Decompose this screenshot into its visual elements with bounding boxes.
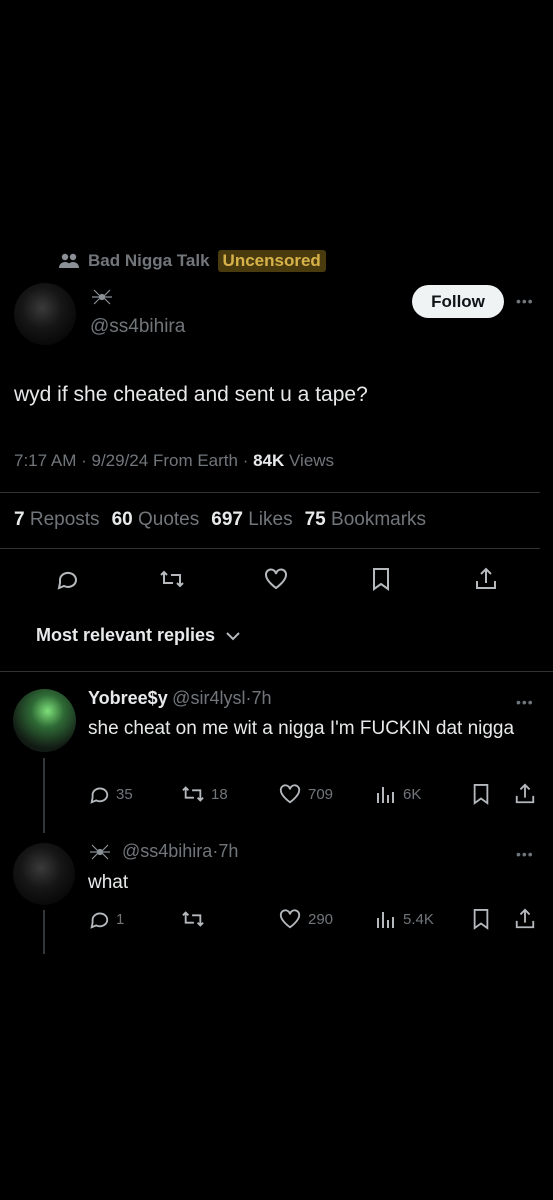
thread-line	[43, 758, 45, 833]
replies-sort-label: Most relevant replies	[36, 625, 216, 645]
views-icon	[375, 908, 397, 930]
views-count: 84K	[253, 451, 285, 470]
reply-header: Yobree$y @sir4lysl·7h	[88, 688, 272, 708]
reply-item[interactable]: Yobree$y @sir4lysl·7h ••• she cheat on m…	[0, 683, 553, 833]
views-label: Views	[289, 451, 335, 470]
views-icon	[375, 783, 397, 805]
divider	[0, 492, 540, 493]
reply-icon	[88, 783, 110, 805]
repost-icon	[180, 783, 206, 805]
reply-time[interactable]: 7h	[251, 688, 271, 708]
reply-icon[interactable]	[55, 567, 79, 591]
bookmark-icon[interactable]	[471, 783, 491, 805]
tweet-meta: 7:17 AM · 9/29/24 From Earth · 84K Views	[14, 451, 335, 470]
reply-reply-stat[interactable]: 1	[88, 908, 124, 930]
reply-text: she cheat on me wit a nigga I'm FUCKIN d…	[88, 718, 515, 739]
avatar[interactable]	[14, 283, 76, 345]
divider	[0, 671, 553, 672]
reply-like-stat[interactable]: 290	[278, 908, 333, 930]
reply-like-stat[interactable]: 709	[278, 783, 333, 805]
tweet-date[interactable]: 9/29/24	[91, 451, 148, 470]
quotes-stat[interactable]: 60 Quotes	[112, 509, 200, 531]
repost-icon[interactable]	[158, 567, 186, 591]
share-icon[interactable]	[514, 782, 536, 806]
more-icon[interactable]: •••	[516, 846, 534, 862]
bookmarks-stat[interactable]: 75 Bookmarks	[305, 509, 426, 531]
reply-repost-stat[interactable]	[180, 908, 211, 930]
avatar[interactable]	[13, 689, 76, 752]
avatar[interactable]	[13, 843, 75, 905]
thread-line	[43, 910, 45, 954]
chevron-down-icon	[225, 631, 241, 641]
reply-text: what	[88, 872, 129, 893]
reply-item[interactable]: @ss4bihira·7h ••• what 1 290 5.4K	[0, 838, 553, 958]
more-icon[interactable]: •••	[516, 694, 534, 710]
author-handle[interactable]: @ss4bihira	[90, 316, 185, 338]
reply-repost-stat[interactable]: 18	[180, 783, 228, 805]
reposts-stat[interactable]: 7 Reposts	[14, 509, 100, 531]
community-icon	[58, 252, 80, 270]
like-icon	[278, 908, 302, 930]
engagement-stats: 7 Reposts 60 Quotes 697 Likes 75 Bookmar…	[14, 509, 426, 531]
reply-handle[interactable]: @ss4bihira	[122, 841, 212, 861]
repost-icon	[180, 908, 206, 930]
reply-header: @ss4bihira·7h	[122, 841, 239, 861]
reply-handle[interactable]: @sir4lysl	[172, 688, 245, 708]
share-icon[interactable]	[514, 907, 536, 931]
bookmark-icon[interactable]	[370, 567, 392, 591]
follow-button[interactable]: Follow	[412, 285, 504, 318]
community-header[interactable]: Bad Nigga Talk Uncensored	[58, 250, 326, 272]
community-name[interactable]: Bad Nigga Talk	[88, 251, 210, 271]
spider-icon	[90, 285, 114, 309]
spider-icon	[88, 840, 112, 864]
reply-time[interactable]: 7h	[218, 841, 238, 861]
likes-stat[interactable]: 697 Likes	[211, 509, 292, 531]
community-badge: Uncensored	[217, 250, 326, 272]
like-icon[interactable]	[263, 567, 289, 591]
share-icon[interactable]	[474, 566, 498, 592]
reply-icon	[88, 908, 110, 930]
reply-views-stat[interactable]: 6K	[375, 783, 421, 805]
reply-reply-stat[interactable]: 35	[88, 783, 133, 805]
replies-sort-toggle[interactable]: Most relevant replies	[36, 625, 241, 646]
bookmark-icon[interactable]	[471, 908, 491, 930]
like-icon	[278, 783, 302, 805]
divider	[0, 548, 540, 549]
more-icon[interactable]: •••	[516, 293, 534, 309]
tweet-location: From Earth	[152, 451, 238, 470]
reply-views-stat[interactable]: 5.4K	[375, 908, 434, 930]
reply-author-name[interactable]: Yobree$y	[88, 688, 168, 708]
tweet-text: wyd if she cheated and sent u a tape?	[14, 383, 368, 406]
tweet-time[interactable]: 7:17 AM	[14, 451, 76, 470]
